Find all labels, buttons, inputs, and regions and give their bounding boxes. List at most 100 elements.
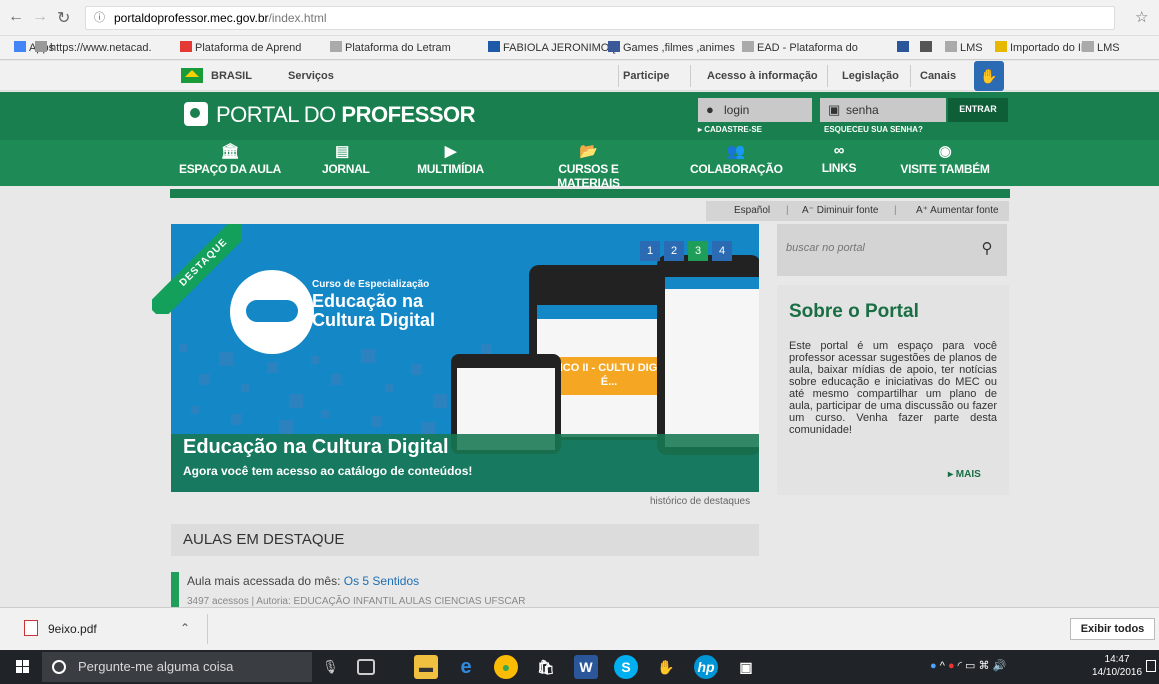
bookmark-star-icon[interactable]: ☆: [1135, 8, 1148, 26]
wifi-icon[interactable]: ◜: [958, 660, 962, 672]
sobre-panel: Sobre o Portal Este portal é um espaço p…: [777, 285, 1009, 495]
nav-item-4[interactable]: 👥 COLABORAÇÃO: [690, 142, 783, 176]
skype-icon[interactable]: S: [614, 655, 638, 679]
accessibility-icon[interactable]: ✋: [974, 61, 1004, 91]
entrar-button[interactable]: ENTRAR: [948, 98, 1008, 122]
bookmark-10[interactable]: Importado do IE: [995, 41, 1088, 54]
bookmark-8[interactable]: [920, 41, 935, 54]
back-icon[interactable]: ←: [8, 8, 24, 26]
aumentar-fonte-link[interactable]: A⁺ Aumentar fonte: [916, 205, 999, 216]
portal-logo[interactable]: PORTAL DO PROFESSOR: [184, 102, 476, 128]
store-icon[interactable]: 🛍: [534, 655, 558, 679]
bookmark-5[interactable]: Games ,filmes ,animes: [608, 41, 735, 54]
diminuir-fonte-link[interactable]: A⁻ Diminuir fonte: [802, 205, 878, 216]
info-icon[interactable]: ⓘ: [94, 7, 105, 29]
newspaper-icon: ▤: [335, 143, 349, 160]
word-icon[interactable]: W: [574, 655, 598, 679]
slider-page-2[interactable]: 2: [664, 241, 684, 261]
decorative-square: [241, 384, 249, 392]
volume-icon[interactable]: 🔊: [993, 660, 1007, 672]
nav-item-6[interactable]: ◉ VISITE TAMBÉM: [900, 142, 990, 176]
forward-icon[interactable]: →: [32, 8, 48, 26]
nav-item-2[interactable]: ▶ MULTIMÍDIA: [413, 142, 488, 176]
bookmarks-bar: Appshttps://www.netacad.Plataforma de Ap…: [0, 36, 1159, 60]
nav-item-3[interactable]: 📂 CURSOS E MATERIAIS: [527, 142, 650, 190]
gov-canais-link[interactable]: Canais: [920, 70, 956, 82]
search-input[interactable]: [786, 234, 998, 262]
bookmark-2[interactable]: Plataforma de Aprend: [180, 41, 301, 54]
moodle-icon: [330, 41, 342, 52]
cortana-search[interactable]: Pergunte-me alguma coisa: [42, 652, 312, 682]
bookmark-11[interactable]: LMS: [1082, 41, 1120, 54]
senha-field[interactable]: ▣ senha: [820, 98, 946, 122]
clock[interactable]: 14:47 14/10/2016: [1092, 653, 1142, 679]
hero-title[interactable]: Educação na Cultura Digital: [183, 436, 449, 459]
gov-brasil-link[interactable]: BRASIL: [211, 70, 252, 82]
slider-page-1[interactable]: 1: [640, 241, 660, 261]
gov-servicos-link[interactable]: Serviços: [288, 70, 334, 82]
decorative-square: [433, 394, 447, 408]
gov-legislacao-link[interactable]: Legislação: [842, 70, 899, 82]
decorative-square: [311, 356, 319, 364]
hero-banner[interactable]: Curso de Especialização Educação na Cult…: [171, 224, 759, 492]
chevron-up-icon[interactable]: ⌃: [180, 621, 190, 635]
address-bar[interactable]: ⓘ portaldoprofessor.mec.gov.br/index.htm…: [85, 6, 1115, 30]
windows-start-icon[interactable]: [16, 660, 30, 674]
historico-link[interactable]: histórico de destaques: [650, 496, 750, 507]
pdf-icon: [24, 620, 38, 636]
search-icon[interactable]: ⚲: [974, 236, 1000, 262]
edge-icon[interactable]: e: [454, 655, 478, 679]
reload-icon[interactable]: ↻: [57, 8, 70, 28]
app-icon[interactable]: ✋: [654, 655, 678, 679]
eye-icon: ◉: [938, 143, 952, 160]
url-path: /index.html: [268, 11, 327, 25]
moodle-icon: [742, 41, 754, 52]
system-tray: ● ^ ● ◜ ▭ ⌘ 🔊: [930, 659, 1006, 672]
aula-item: Aula mais acessada do mês: Os 5 Sentidos…: [171, 568, 759, 607]
show-all-button[interactable]: Exibir todos: [1070, 618, 1155, 640]
nav-item-1[interactable]: ▤ JORNAL: [322, 142, 370, 176]
decorative-square: [361, 349, 375, 363]
aula-link[interactable]: Os 5 Sentidos: [344, 574, 419, 588]
antivirus-icon[interactable]: ●: [948, 660, 955, 672]
play-icon: [180, 41, 192, 52]
battery-icon[interactable]: ▭: [965, 660, 975, 672]
course-title: Educação na Cultura Digital: [312, 291, 436, 330]
task-view-icon[interactable]: [357, 659, 375, 675]
bookmark-9[interactable]: LMS: [945, 41, 983, 54]
nav-item-0[interactable]: 🏛 ESPAÇO DA AULA: [175, 142, 285, 176]
bookmark-3[interactable]: Plataforma do Letram: [330, 41, 451, 54]
chrome-icon[interactable]: ●: [494, 655, 518, 679]
facebook-icon: [608, 41, 620, 52]
chevron-up-icon[interactable]: ^: [940, 660, 945, 672]
mais-link[interactable]: ▸ MAIS: [948, 469, 981, 480]
bookmark-7[interactable]: [897, 41, 912, 54]
camera-icon[interactable]: ▣: [734, 655, 758, 679]
network-icon[interactable]: ⌘: [978, 660, 989, 672]
slider-page-4[interactable]: 4: [712, 241, 732, 261]
folder-icon: [995, 41, 1007, 52]
espanol-link[interactable]: Español: [734, 205, 770, 216]
info-tray-icon[interactable]: ●: [930, 660, 937, 672]
cortana-icon: [52, 660, 66, 674]
bookmark-1[interactable]: https://www.netacad.: [35, 41, 152, 54]
gov-participe-link[interactable]: Participe: [623, 70, 669, 82]
download-file[interactable]: 9eixo.pdf: [48, 622, 97, 636]
decorative-square: [191, 406, 199, 414]
file-explorer-icon[interactable]: ▬: [414, 655, 438, 679]
hp-icon[interactable]: hp: [694, 655, 718, 679]
cadastre-link[interactable]: ▸ CADASTRE-SE: [698, 125, 762, 134]
esqueceu-senha-link[interactable]: ESQUECEU SUA SENHA?: [824, 125, 923, 134]
slider-page-3[interactable]: 3: [688, 241, 708, 261]
notification-icon[interactable]: [1146, 660, 1156, 672]
bookmark-4[interactable]: FABIOLA JERONIMO [: [488, 41, 615, 54]
microphone-icon[interactable]: 🎙: [322, 659, 339, 675]
browser-toolbar: ← → ↻ ⓘ portaldoprofessor.mec.gov.br/ind…: [0, 0, 1159, 36]
bookmark-6[interactable]: EAD - Plataforma do: [742, 41, 858, 54]
decorative-square: [179, 344, 187, 352]
people-icon: 👥: [726, 143, 746, 160]
decorative-square: [267, 362, 278, 373]
nav-item-5[interactable]: ∞ LINKS: [820, 142, 858, 175]
gov-acesso-link[interactable]: Acesso à informação: [707, 70, 818, 82]
login-field[interactable]: ● login: [698, 98, 812, 122]
